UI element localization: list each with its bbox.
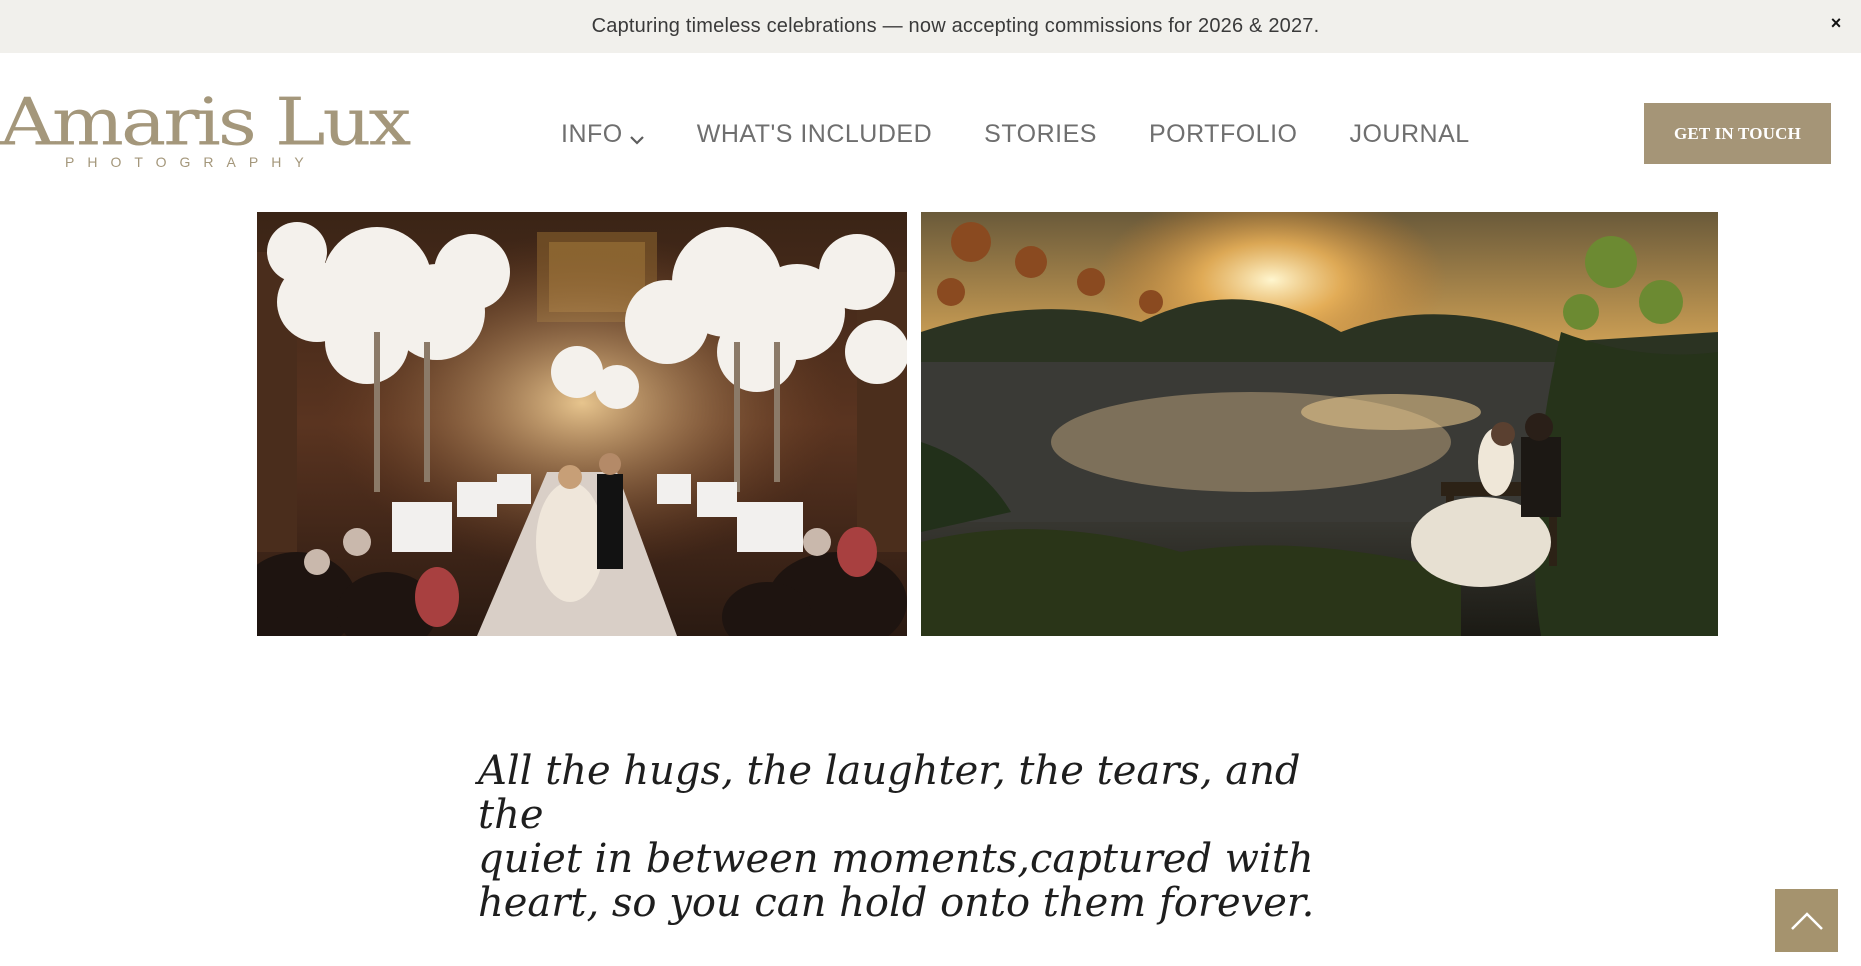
nav-item-portfolio[interactable]: PORTFOLIO	[1149, 120, 1298, 149]
quote-line: quiet in between moments,captured with	[478, 836, 1314, 882]
logo[interactable]: Amaris Lux PHOTOGRAPHY	[0, 86, 411, 176]
chevron-down-icon	[629, 126, 645, 145]
sunset-lake-couple-photo	[921, 212, 1718, 636]
wedding-ceremony-aisle-photo	[257, 212, 907, 636]
quote-line: All the hugs, the laughter, the tears, a…	[478, 748, 1301, 838]
nav-item-label: INFO	[561, 119, 623, 148]
logo-wordmark: Amaris Lux	[0, 83, 411, 160]
logo-tagline: PHOTOGRAPHY	[65, 154, 317, 170]
quote-line: heart, so you can hold onto them forever…	[478, 880, 1315, 926]
announcement-text: Capturing timeless celebrations — now ac…	[591, 15, 1320, 37]
scroll-to-top-button[interactable]	[1775, 889, 1838, 952]
nav-item-whats-included[interactable]: WHAT'S INCLUDED	[697, 120, 932, 149]
intro-quote: All the hugs, the laughter, the tears, a…	[478, 749, 1378, 925]
nav-item-journal[interactable]: JOURNAL	[1349, 120, 1469, 149]
nav-item-stories[interactable]: STORIES	[984, 120, 1097, 149]
close-icon[interactable]: ×	[1825, 12, 1847, 34]
get-in-touch-button[interactable]: GET IN TOUCH	[1644, 103, 1831, 164]
chevron-up-icon	[1790, 911, 1823, 930]
main-nav: INFO WHAT'S INCLUDED STORIES PORTFOLIO J…	[561, 117, 1522, 151]
nav-item-info[interactable]: INFO	[561, 120, 645, 149]
announcement-bar: Capturing timeless celebrations — now ac…	[0, 0, 1861, 53]
